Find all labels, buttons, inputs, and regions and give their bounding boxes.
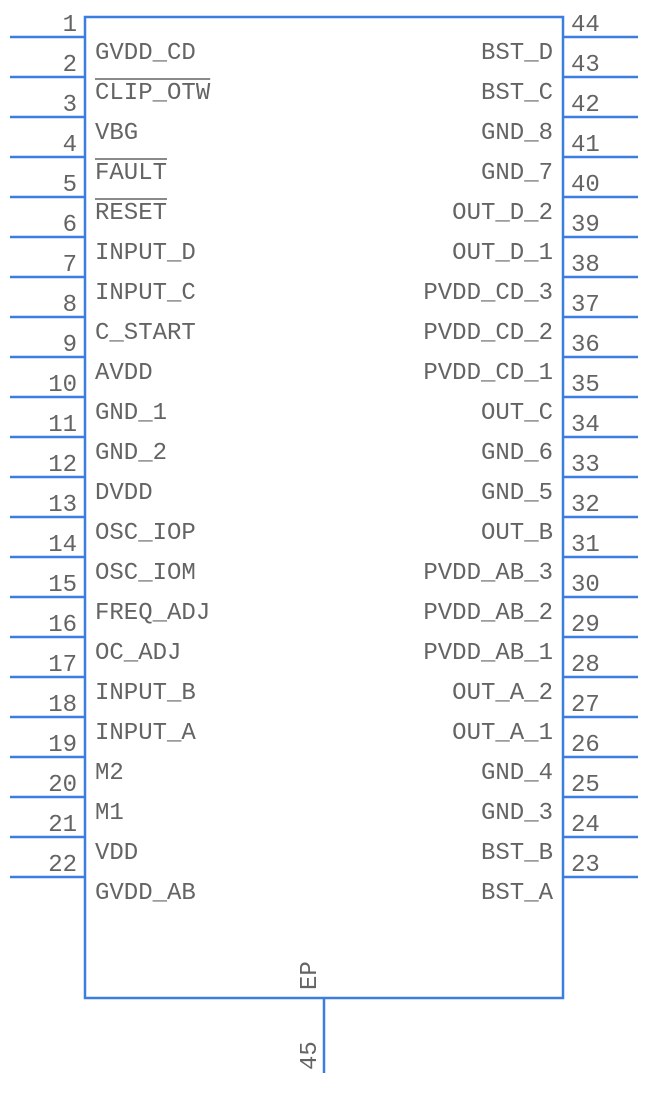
pin-num-22: 22: [48, 852, 77, 879]
pin-num-33: 33: [571, 452, 600, 479]
pin-label-22: GVDD_AB: [95, 880, 196, 907]
pin-num-37: 37: [571, 292, 600, 319]
pin-num-23: 23: [571, 852, 600, 879]
pin-label-45: EP: [297, 961, 324, 990]
pin-num-38: 38: [571, 252, 600, 279]
pin-num-9: 9: [63, 332, 77, 359]
pin-label-33: GND_5: [481, 480, 553, 507]
pin-label-23: BST_A: [481, 880, 554, 907]
pin-label-36: PVDD_CD_1: [423, 360, 553, 387]
pin-label-21: VDD: [95, 840, 138, 867]
pin-num-39: 39: [571, 212, 600, 239]
pin-label-37: PVDD_CD_2: [423, 320, 553, 347]
pin-label-30: PVDD_AB_2: [423, 600, 553, 627]
pin-num-2: 2: [63, 52, 77, 79]
pin-label-9: AVDD: [95, 360, 153, 387]
pin-num-8: 8: [63, 292, 77, 319]
pin-num-17: 17: [48, 652, 77, 679]
pin-num-12: 12: [48, 452, 77, 479]
pin-label-18: INPUT_A: [95, 720, 196, 747]
pin-label-10: GND_1: [95, 400, 167, 427]
pin-label-5: RESET: [95, 200, 167, 227]
pin-label-3: VBG: [95, 120, 138, 147]
pin-num-5: 5: [63, 172, 77, 199]
pin-num-26: 26: [571, 732, 600, 759]
pin-label-19: M2: [95, 760, 124, 787]
pin-num-45: 45: [297, 1041, 324, 1070]
pin-label-43: BST_C: [481, 80, 553, 107]
pin-label-35: OUT_C: [481, 400, 553, 427]
pin-num-24: 24: [571, 812, 600, 839]
pin-num-28: 28: [571, 652, 600, 679]
pin-num-35: 35: [571, 372, 600, 399]
pin-num-14: 14: [48, 532, 77, 559]
pin-num-13: 13: [48, 492, 77, 519]
pin-label-32: OUT_B: [481, 520, 553, 547]
pin-label-14: OSC_IOM: [95, 560, 196, 587]
pin-num-41: 41: [571, 132, 600, 159]
pin-num-34: 34: [571, 412, 600, 439]
pin-label-13: OSC_IOP: [95, 520, 196, 547]
pin-label-8: C_START: [95, 320, 196, 347]
pin-num-7: 7: [63, 252, 77, 279]
pin-num-3: 3: [63, 92, 77, 119]
pin-num-25: 25: [571, 772, 600, 799]
pin-label-11: GND_2: [95, 440, 167, 467]
pin-num-1: 1: [63, 12, 77, 39]
pin-num-32: 32: [571, 492, 600, 519]
pin-label-40: OUT_D_2: [452, 200, 553, 227]
pin-label-34: GND_6: [481, 440, 553, 467]
pin-label-7: INPUT_C: [95, 280, 196, 307]
pin-label-28: OUT_A_2: [452, 680, 553, 707]
pin-label-2: CLIP_OTW: [95, 80, 211, 107]
pin-num-43: 43: [571, 52, 600, 79]
pin-label-12: DVDD: [95, 480, 153, 507]
pin-num-30: 30: [571, 572, 600, 599]
pin-label-31: PVDD_AB_3: [423, 560, 553, 587]
pin-num-16: 16: [48, 612, 77, 639]
pin-label-20: M1: [95, 800, 124, 827]
pin-num-42: 42: [571, 92, 600, 119]
pin-label-1: GVDD_CD: [95, 40, 196, 67]
pin-num-10: 10: [48, 372, 77, 399]
pin-num-36: 36: [571, 332, 600, 359]
ic-pinout: 1 GVDD_CD 2 CLIP_OTW 3 VBG 4 FAULT 5 RESET 6 INPUT_…: [0, 0, 648, 1092]
pin-label-38: PVDD_CD_3: [423, 280, 553, 307]
pin-label-16: OC_ADJ: [95, 640, 181, 667]
pin-num-6: 6: [63, 212, 77, 239]
pin-label-27: OUT_A_1: [452, 720, 553, 747]
pin-num-29: 29: [571, 612, 600, 639]
pin-num-44: 44: [571, 12, 600, 39]
pin-label-17: INPUT_B: [95, 680, 196, 707]
pin-num-40: 40: [571, 172, 600, 199]
pin-num-4: 4: [63, 132, 77, 159]
pin-label-44: BST_D: [481, 40, 553, 67]
pin-num-11: 11: [48, 412, 77, 439]
pin-num-20: 20: [48, 772, 77, 799]
pin-label-42: GND_8: [481, 120, 553, 147]
pin-label-15: FREQ_ADJ: [95, 600, 210, 627]
pin-label-41: GND_7: [481, 160, 553, 187]
pin-label-39: OUT_D_1: [452, 240, 553, 267]
pin-num-18: 18: [48, 692, 77, 719]
pin-num-15: 15: [48, 572, 77, 599]
pin-label-4: FAULT: [95, 160, 167, 187]
pin-num-27: 27: [571, 692, 600, 719]
pin-label-29: PVDD_AB_1: [423, 640, 553, 667]
pin-num-31: 31: [571, 532, 600, 559]
pin-label-6: INPUT_D: [95, 240, 196, 267]
pin-label-25: GND_3: [481, 800, 553, 827]
pin-num-21: 21: [48, 812, 77, 839]
pin-label-24: BST_B: [481, 840, 553, 867]
pin-num-19: 19: [48, 732, 77, 759]
pin-label-26: GND_4: [481, 760, 553, 787]
